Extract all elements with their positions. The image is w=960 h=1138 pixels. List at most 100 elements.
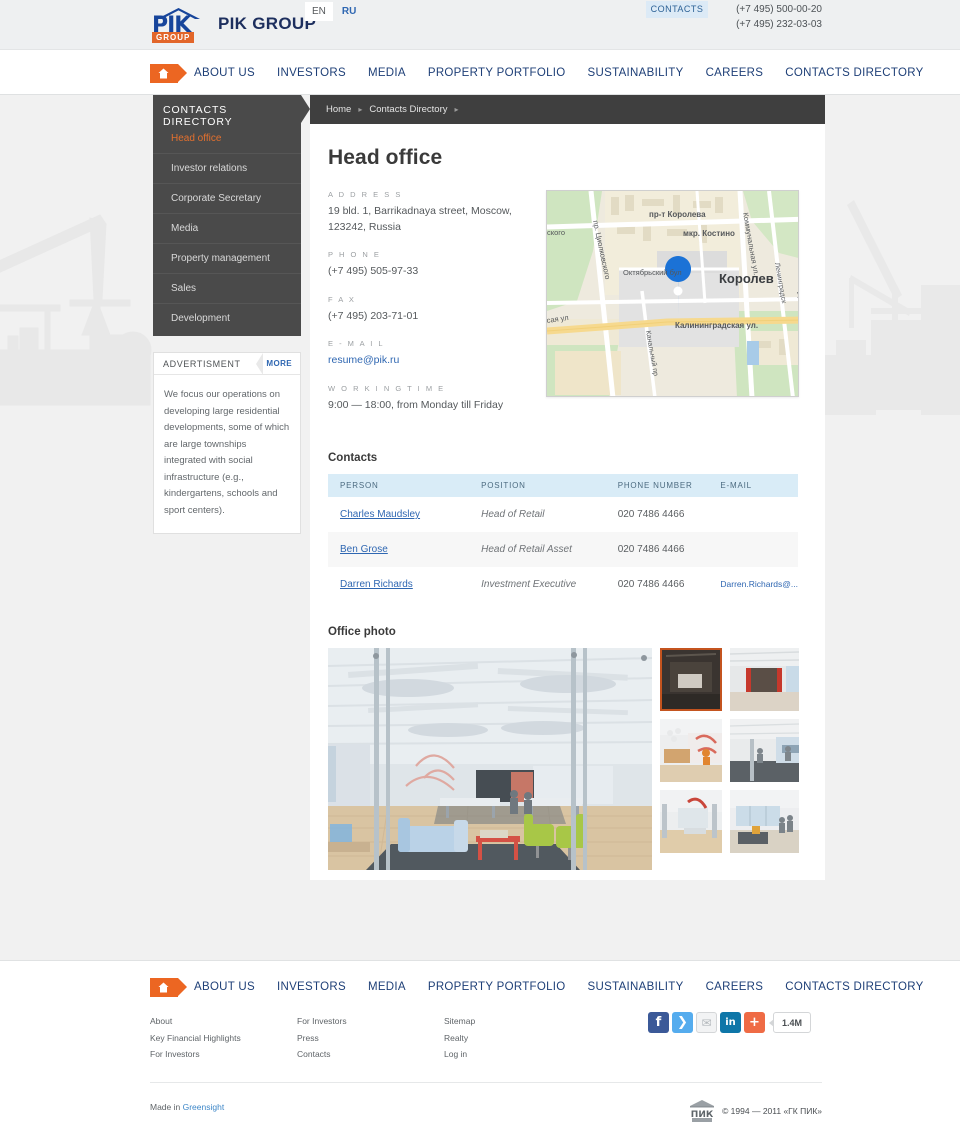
sidebar-item-corporate-secretary[interactable]: Corporate Secretary	[153, 184, 301, 214]
logo-wordmark: PIK GROUP	[218, 14, 317, 33]
sidebar-item-development[interactable]: Development	[153, 304, 301, 333]
copyright-block: ПИК © 1994 — 2011 «ГК ПИК»	[689, 1100, 822, 1122]
footer-link-press[interactable]: Press	[297, 1030, 444, 1047]
home-icon	[158, 982, 169, 992]
contact-person-link[interactable]: Charles Maudsley	[340, 509, 420, 520]
field-address: A D D R E S S 19 bld. 1, Barrikadnaya st…	[328, 190, 534, 235]
contacts-table: PERSON POSITION PHONE NUMBER E-MAIL Char…	[328, 474, 798, 602]
footer-nav-sustainability[interactable]: SUSTAINABILITY	[588, 981, 684, 993]
language-switcher[interactable]: EN RU	[305, 2, 363, 21]
logo-group-badge: GROUP	[152, 32, 195, 43]
social-share-bar: f ❯ ✉ in + 1.4M	[648, 1012, 811, 1033]
lang-en[interactable]: EN	[305, 2, 333, 21]
lang-ru[interactable]: RU	[335, 2, 363, 21]
field-working-time: W O R K I N G T I M E 9:00 — 18:00, from…	[328, 384, 534, 414]
breadcrumb-contacts-directory[interactable]: Contacts Directory	[369, 104, 447, 115]
linkedin-icon[interactable]: in	[720, 1012, 741, 1033]
svg-text:Октябрьский бул: Октябрьский бул	[623, 268, 682, 277]
footer-nav-property-portfolio[interactable]: PROPERTY PORTFOLIO	[428, 981, 566, 993]
breadcrumb: Home ▸ Contacts Directory ▸	[310, 95, 825, 124]
breadcrumb-separator-1: ▸	[358, 105, 363, 114]
svg-text:Королев: Королев	[719, 271, 774, 286]
greensight-link[interactable]: Greensight	[183, 1102, 225, 1112]
footer-link-column-1: About Key Financial Highlights For Inves…	[150, 1013, 297, 1063]
content-inner: Head office A D D R E S S 19 bld. 1, Bar…	[310, 124, 825, 870]
footer-link-for-investors-2[interactable]: For Investors	[297, 1013, 444, 1030]
footer-link-log-in[interactable]: Log in	[444, 1046, 591, 1063]
location-map[interactable]: пр-т Королева мкр. Костино Октябрьский б…	[546, 190, 799, 397]
field-working-time-label: W O R K I N G T I M E	[328, 383, 446, 393]
footer-nav-about-us[interactable]: ABOUT US	[194, 981, 255, 993]
nav-item-contacts-directory[interactable]: CONTACTS DIRECTORY	[785, 67, 923, 79]
field-email-value[interactable]: resume@pik.ru	[328, 354, 399, 366]
breadcrumb-separator-2: ▸	[454, 105, 459, 114]
page-title: Head office	[328, 146, 443, 169]
field-phone: P H O N E (+7 495) 505-97-33	[328, 250, 534, 280]
copyright-text: © 1994 — 2011 «ГК ПИК»	[722, 1106, 822, 1116]
footer-link-column-2: For Investors Press Contacts	[297, 1013, 444, 1063]
email-icon[interactable]: ✉	[696, 1012, 717, 1033]
footer-link-sitemap[interactable]: Sitemap	[444, 1013, 591, 1030]
nav-item-property-portfolio[interactable]: PROPERTY PORTFOLIO	[428, 67, 566, 79]
thumbnail-5[interactable]	[660, 790, 722, 853]
footer-link-columns: About Key Financial Highlights For Inves…	[150, 1013, 591, 1063]
sidebar-item-property-management[interactable]: Property management	[153, 244, 301, 274]
nav-item-sustainability[interactable]: SUSTAINABILITY	[588, 67, 684, 79]
contact-position: Head of Retail	[481, 509, 545, 520]
nav-item-investors[interactable]: INVESTORS	[277, 67, 346, 79]
contact-position: Investment Executive	[481, 579, 577, 590]
contacts-button[interactable]: CONTACTS	[646, 1, 708, 18]
made-in-prefix: Made in	[150, 1102, 183, 1112]
advertisement-header-divider	[256, 353, 263, 375]
content-panel: Home ▸ Contacts Directory ▸ Head office …	[310, 95, 825, 880]
field-address-label: A D D R E S S	[328, 190, 403, 199]
advertisement-more-link[interactable]: MORE	[266, 359, 292, 368]
site-logo[interactable]: PIK GROUP PIK GROUP	[150, 8, 317, 43]
footer-link-key-financial-highlights[interactable]: Key Financial Highlights	[150, 1030, 297, 1047]
svg-text:пр-т Королева: пр-т Королева	[649, 210, 706, 219]
contact-person-link[interactable]: Ben Grose	[340, 544, 388, 555]
thumbnail-6[interactable]	[730, 790, 799, 853]
nav-item-careers[interactable]: CAREERS	[706, 67, 764, 79]
footer-navigation: ABOUT US INVESTORS MEDIA PROPERTY PORTFO…	[150, 973, 946, 1001]
footer-nav-media[interactable]: MEDIA	[368, 981, 406, 993]
sidebar-item-investor-relations[interactable]: Investor relations	[153, 154, 301, 184]
nav-item-about-us[interactable]: ABOUT US	[194, 67, 255, 79]
main-navigation: ABOUT US INVESTORS MEDIA PROPERTY PORTFO…	[150, 51, 946, 95]
footer-home-button[interactable]	[150, 977, 187, 997]
footer-link-contacts[interactable]: Contacts	[297, 1046, 444, 1063]
main-office-photo[interactable]	[328, 648, 652, 870]
phone-primary: (+7 495) 500-00-20	[736, 4, 822, 15]
footer-nav-investors[interactable]: INVESTORS	[277, 981, 346, 993]
pik-footer-mark: ПИК	[689, 1100, 715, 1122]
field-email: E - M A I L resume@pik.ru	[328, 339, 534, 369]
facebook-icon[interactable]: f	[648, 1012, 669, 1033]
home-button[interactable]	[150, 63, 187, 83]
sidebar-item-sales[interactable]: Sales	[153, 274, 301, 304]
phone-secondary: (+7 495) 232-03-03	[736, 19, 822, 30]
share-plus-icon[interactable]: +	[744, 1012, 765, 1033]
contact-email-link[interactable]: Darren.Richards@...	[720, 579, 798, 589]
footer-divider	[150, 1082, 822, 1083]
sidebar-item-head-office[interactable]: Head office	[153, 124, 301, 154]
twitter-icon[interactable]: ❯	[672, 1012, 693, 1033]
advertisement-body: We focus our operations on developing la…	[154, 375, 300, 533]
thumbnail-4[interactable]	[730, 719, 799, 782]
nav-item-media[interactable]: MEDIA	[368, 67, 406, 79]
footer-nav-contacts-directory[interactable]: CONTACTS DIRECTORY	[785, 981, 923, 993]
footer-nav-careers[interactable]: CAREERS	[706, 981, 764, 993]
thumbnail-1[interactable]	[660, 648, 722, 711]
thumbnail-3[interactable]	[660, 719, 722, 782]
footer-link-realty[interactable]: Realty	[444, 1030, 591, 1047]
footer-link-for-investors[interactable]: For Investors	[150, 1046, 297, 1063]
thumbnail-2[interactable]	[730, 648, 799, 711]
twitter-glyph: ❯	[677, 1015, 688, 1030]
contact-person-link[interactable]: Darren Richards	[340, 579, 413, 590]
breadcrumb-home[interactable]: Home	[326, 104, 351, 115]
main-navigation-bar: ABOUT US INVESTORS MEDIA PROPERTY PORTFO…	[0, 51, 960, 95]
content-region: CONTACTS DIRECTORY Head office Investor …	[0, 95, 960, 960]
sidebar-item-media[interactable]: Media	[153, 214, 301, 244]
field-fax-value: (+7 495) 203-71-01	[328, 309, 419, 322]
footer-link-about[interactable]: About	[150, 1013, 297, 1030]
sidebar-title: CONTACTS DIRECTORY	[153, 95, 310, 128]
